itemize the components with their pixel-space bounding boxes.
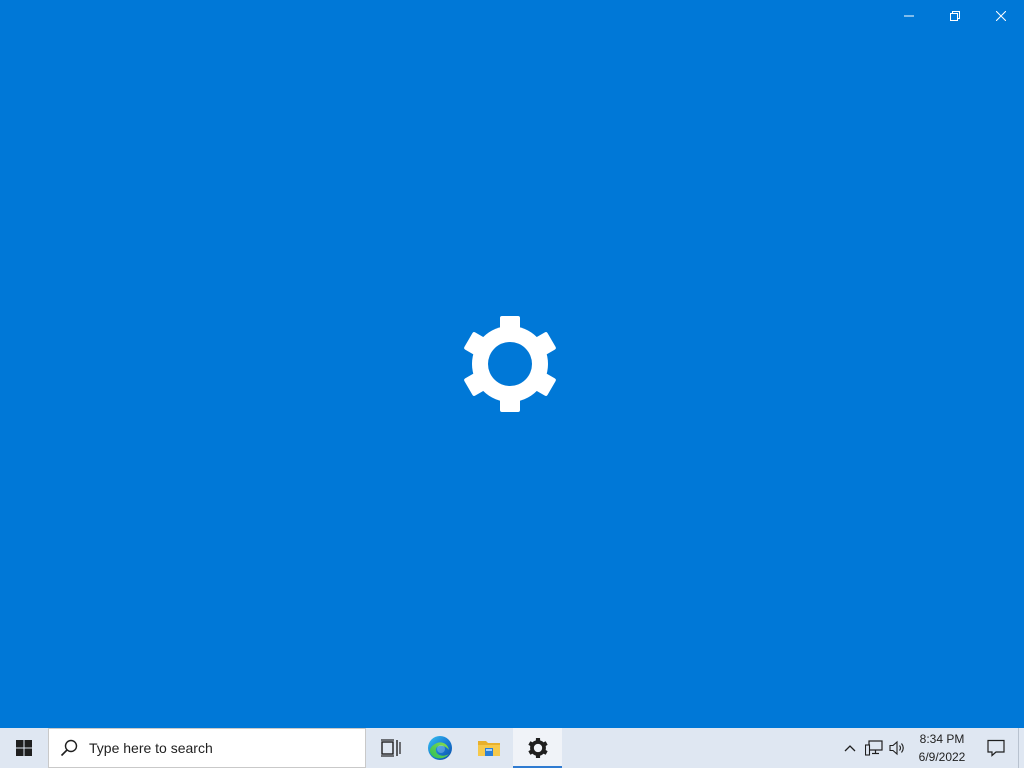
start-button[interactable] (0, 728, 48, 768)
clock-date: 6/9/2022 (918, 750, 966, 764)
restore-button[interactable] (932, 0, 978, 32)
desktop-screen: Type here to search 8:34 PM 6/9/2022 (0, 0, 1024, 768)
gear-icon (464, 316, 556, 412)
close-button[interactable] (978, 0, 1024, 32)
network-icon (865, 740, 883, 756)
search-placeholder: Type here to search (89, 740, 213, 756)
volume-tray-button[interactable] (886, 728, 910, 768)
task-view-button[interactable] (366, 728, 415, 768)
taskbar: Type here to search 8:34 PM 6/9/2022 (0, 728, 1024, 768)
windows-logo-icon (16, 740, 32, 756)
taskbar-spacer (562, 728, 838, 768)
show-hidden-icons-button[interactable] (838, 728, 862, 768)
close-icon (996, 11, 1006, 21)
settings-taskbar-button[interactable] (513, 728, 562, 768)
chevron-up-icon (844, 745, 856, 752)
minimize-button[interactable] (886, 0, 932, 32)
file-explorer-taskbar-button[interactable] (464, 728, 513, 768)
minimize-icon (904, 15, 914, 17)
show-desktop-button[interactable] (1018, 728, 1024, 768)
taskbar-search-box[interactable]: Type here to search (48, 728, 366, 768)
action-center-button[interactable] (974, 728, 1018, 768)
gear-icon (527, 738, 548, 758)
window-controls (886, 0, 1024, 32)
clock-time: 8:34 PM (919, 732, 965, 746)
notification-icon (987, 739, 1005, 757)
taskbar-clock[interactable]: 8:34 PM 6/9/2022 (910, 728, 974, 768)
folder-icon (477, 741, 500, 756)
network-tray-button[interactable] (862, 728, 886, 768)
task-view-icon (380, 739, 401, 757)
restore-icon (950, 11, 960, 21)
settings-app-window (0, 0, 1024, 728)
volume-icon (889, 740, 904, 756)
system-tray: 8:34 PM 6/9/2022 (838, 728, 1024, 768)
edge-taskbar-button[interactable] (415, 728, 464, 768)
search-icon (49, 729, 89, 767)
edge-icon (427, 736, 452, 760)
